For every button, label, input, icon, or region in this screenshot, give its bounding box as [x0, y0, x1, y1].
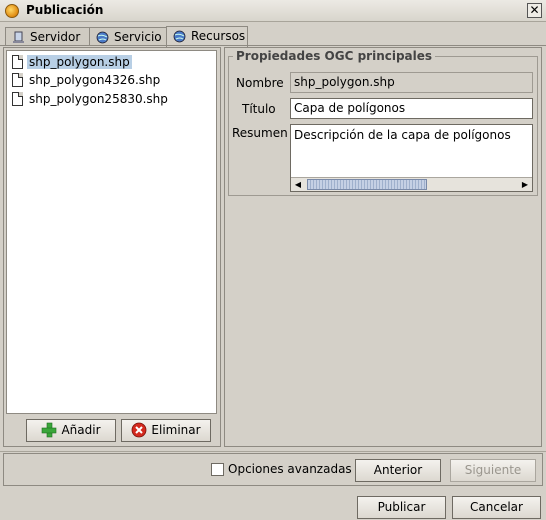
tab-label: Servidor: [30, 30, 81, 44]
ogc-properties-group: Propiedades OGC principales Nombre shp_p…: [228, 49, 538, 196]
scroll-right-icon[interactable]: ▶: [519, 179, 531, 191]
next-button[interactable]: Siguiente: [450, 459, 536, 482]
advanced-options-checkbox[interactable]: [211, 463, 224, 476]
plus-icon: [42, 422, 57, 437]
resource-file-list[interactable]: shp_polygon.shp shp_polygon4326.shp shp_…: [6, 50, 217, 414]
close-window-button[interactable]: ✕: [527, 3, 542, 18]
add-button-label: Añadir: [61, 423, 101, 437]
previous-button[interactable]: Anterior: [355, 459, 441, 482]
app-logo-icon: [5, 4, 19, 18]
remove-button-label: Eliminar: [151, 423, 201, 437]
group-title: Propiedades OGC principales: [233, 49, 436, 63]
footer-divider: [0, 451, 546, 452]
scroll-left-icon[interactable]: ◀: [292, 179, 304, 191]
cancel-button[interactable]: Cancelar: [452, 496, 541, 519]
summary-text: Descripción de la capa de polígonos: [294, 128, 511, 142]
properties-panel: Propiedades OGC principales Nombre shp_p…: [224, 47, 542, 447]
tab-label: Servicio: [114, 30, 162, 44]
advanced-options-label: Opciones avanzadas: [228, 462, 352, 476]
tab-divider: [0, 45, 546, 46]
file-name: shp_polygon4326.shp: [29, 73, 161, 87]
remove-icon: [132, 422, 147, 437]
horizontal-scrollbar[interactable]: ◀ ▶: [291, 177, 532, 191]
name-field: shp_polygon.shp: [290, 72, 533, 93]
file-icon: [12, 55, 23, 69]
name-label: Nombre: [236, 76, 284, 90]
server-icon: [13, 31, 24, 43]
globe-icon: [96, 31, 109, 44]
summary-label: Resumen: [232, 126, 288, 140]
resources-panel: shp_polygon.shp shp_polygon4326.shp shp_…: [3, 47, 221, 447]
add-button[interactable]: Añadir: [26, 419, 116, 442]
window-title: Publicación: [26, 3, 104, 17]
title-bar: Publicación ✕: [0, 0, 546, 22]
list-item[interactable]: shp_polygon4326.shp: [9, 72, 160, 89]
list-item[interactable]: shp_polygon.shp: [9, 54, 132, 71]
title-label: Título: [242, 102, 276, 116]
tab-servicio[interactable]: Servicio: [89, 27, 168, 46]
scrollbar-thumb[interactable]: [307, 179, 427, 190]
file-name: shp_polygon25830.shp: [29, 92, 168, 106]
globe-icon: [173, 30, 186, 43]
title-field[interactable]: Capa de polígonos: [290, 98, 533, 119]
file-name: shp_polygon.shp: [27, 55, 132, 69]
tab-servidor[interactable]: Servidor: [5, 27, 91, 46]
tab-recursos[interactable]: Recursos: [166, 26, 248, 47]
file-icon: [12, 73, 23, 87]
list-item[interactable]: shp_polygon25830.shp: [9, 91, 168, 108]
publish-button[interactable]: Publicar: [357, 496, 446, 519]
summary-textarea[interactable]: Descripción de la capa de polígonos ◀ ▶: [290, 124, 533, 192]
remove-button[interactable]: Eliminar: [121, 419, 211, 442]
tab-bar: Servidor Servicio Recursos: [0, 26, 546, 47]
file-icon: [12, 92, 23, 106]
tab-label: Recursos: [191, 29, 246, 43]
